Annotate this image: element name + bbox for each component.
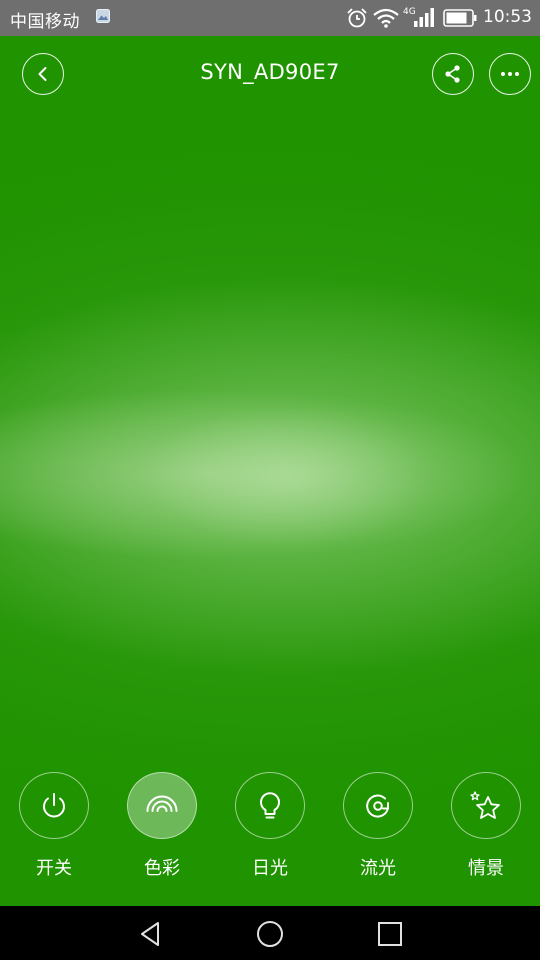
signal-icon: 4G: [403, 7, 434, 27]
recent-square-icon[interactable]: [376, 920, 404, 948]
share-icon: [445, 65, 460, 83]
tab-daylight[interactable]: 日光: [234, 772, 306, 880]
tab-label: 流光: [360, 858, 396, 879]
wifi-icon: [373, 8, 399, 28]
power-icon: [43, 792, 65, 817]
tab-flow-ring: [343, 772, 413, 839]
rainbow-icon: [146, 795, 178, 812]
home-circle-icon[interactable]: [256, 920, 284, 948]
back-triangle-icon[interactable]: [137, 920, 165, 948]
tab-label: 情景: [468, 858, 504, 879]
share-button[interactable]: [432, 53, 474, 95]
tab-scene[interactable]: 情景: [450, 772, 522, 880]
tab-daylight-ring: [235, 772, 305, 839]
tab-flow[interactable]: 流光: [342, 772, 414, 880]
star-icon: [470, 790, 500, 819]
tab-label: 开关: [36, 858, 72, 879]
page-title: SYN_AD90E7: [200, 60, 340, 84]
flow-icon: [366, 794, 389, 817]
tab-color-ring: [127, 772, 197, 839]
clock: 10:53: [483, 7, 532, 27]
bulb-icon: [260, 791, 280, 818]
tab-power-ring: [19, 772, 89, 839]
chevron-left-icon: [38, 67, 47, 81]
status-bar: 中国移动 4G 10:53: [0, 0, 540, 36]
more-dots-icon: [501, 72, 519, 76]
back-button[interactable]: [22, 53, 64, 95]
tab-color[interactable]: 色彩: [126, 772, 198, 880]
navigation-bar: [0, 906, 540, 960]
gallery-icon: [96, 9, 110, 23]
tab-power[interactable]: 开关: [18, 772, 90, 880]
tab-label: 色彩: [144, 858, 180, 879]
tab-scene-ring: [451, 772, 521, 839]
alarm-icon: [347, 8, 367, 28]
more-button[interactable]: [489, 53, 531, 95]
svg-text:4G: 4G: [403, 7, 416, 17]
battery-icon: [443, 9, 477, 27]
carrier-name: 中国移动: [10, 12, 80, 32]
tab-label: 日光: [252, 858, 288, 879]
